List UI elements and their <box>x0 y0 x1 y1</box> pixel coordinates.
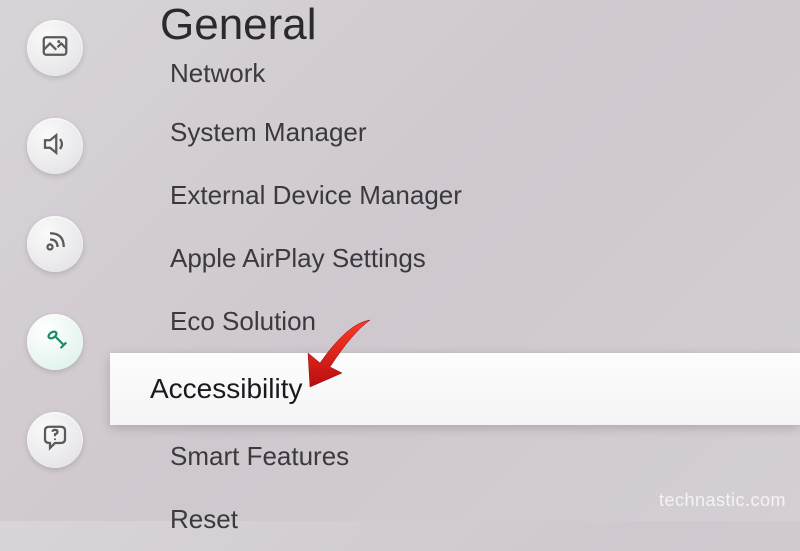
general-icon <box>40 325 70 360</box>
menu-item-label: Network <box>170 58 265 88</box>
menu-item-label: Apple AirPlay Settings <box>170 243 426 273</box>
menu-item-label: Smart Features <box>170 441 349 471</box>
support-icon <box>40 423 70 458</box>
menu-item-network[interactable]: Network <box>110 58 800 101</box>
main-panel: General Network System Manager External … <box>110 0 800 521</box>
sidebar-item-sound[interactable] <box>27 118 83 174</box>
sidebar <box>0 0 110 521</box>
menu-item-label: Reset <box>170 504 238 534</box>
menu-item-smart-features[interactable]: Smart Features <box>110 425 800 488</box>
picture-icon <box>40 31 70 66</box>
broadcasting-icon <box>40 227 70 262</box>
sidebar-item-general[interactable] <box>27 314 83 370</box>
sidebar-item-picture[interactable] <box>27 20 83 76</box>
settings-screen: General Network System Manager External … <box>0 0 800 521</box>
watermark: technastic.com <box>659 490 786 511</box>
menu-item-label: External Device Manager <box>170 180 462 210</box>
menu-item-accessibility[interactable]: Accessibility <box>110 353 800 425</box>
menu-item-apple-airplay-settings[interactable]: Apple AirPlay Settings <box>110 227 800 290</box>
sound-icon <box>40 129 70 164</box>
menu-item-label: System Manager <box>170 117 367 147</box>
menu-list: Network System Manager External Device M… <box>110 58 800 551</box>
menu-item-system-manager[interactable]: System Manager <box>110 101 800 164</box>
menu-item-eco-solution[interactable]: Eco Solution <box>110 290 800 353</box>
menu-item-label: Accessibility <box>150 373 302 404</box>
menu-item-external-device-manager[interactable]: External Device Manager <box>110 164 800 227</box>
menu-item-label: Eco Solution <box>170 306 316 336</box>
sidebar-item-broadcasting[interactable] <box>27 216 83 272</box>
page-title: General <box>110 0 800 50</box>
sidebar-item-support[interactable] <box>27 412 83 468</box>
